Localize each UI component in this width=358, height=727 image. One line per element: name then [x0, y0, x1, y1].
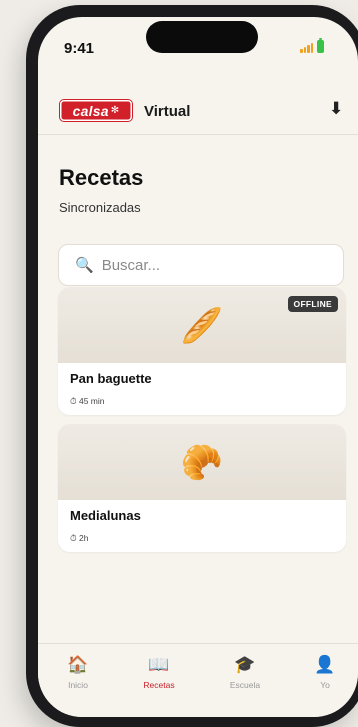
search-box[interactable]: 🔍 — [58, 244, 344, 286]
tab-recetas[interactable]: 📖 Recetas — [129, 654, 189, 690]
recipe-image: 🥐 — [58, 424, 346, 500]
book-icon: 📖 — [148, 655, 170, 674]
recipe-name: Medialunas — [70, 508, 141, 523]
search-input[interactable] — [99, 255, 334, 275]
logo-star-icon: ✻ — [110, 105, 120, 116]
phone-frame: 9:41 calsa ✻ Virtual ⬇ Recetas Sincroniza… — [26, 5, 358, 727]
home-icon: 🏠 — [67, 655, 89, 674]
tab-label: Escuela — [229, 680, 261, 690]
signal-icon — [300, 43, 313, 53]
search-icon: 🔍 — [75, 257, 94, 274]
logo-text: calsa — [72, 102, 109, 119]
recipe-time: ⏱ 2h — [70, 533, 89, 543]
recipe-card[interactable]: 🥐 Medialunas ⏱ 2h — [58, 424, 346, 552]
baguette-icon: 🥖 — [180, 307, 224, 345]
recipe-name: Pan baguette — [70, 371, 152, 386]
recipe-time: ⏱ 45 min — [70, 396, 105, 406]
battery-icon — [317, 38, 324, 53]
recipe-card[interactable]: 🥖 OFFLINE Pan baguette ⏱ 45 min — [58, 287, 346, 415]
tab-escuela[interactable]: 🎓 Escuela — [215, 654, 275, 690]
dynamic-island — [146, 21, 258, 53]
tab-label: Inicio — [68, 680, 88, 690]
brand-label: Virtual — [144, 103, 191, 120]
screen: 9:41 calsa ✻ Virtual ⬇ Recetas Sincroniza… — [38, 17, 358, 717]
download-icon[interactable]: ⬇ — [329, 99, 343, 119]
offline-badge: OFFLINE — [287, 296, 338, 312]
tab-label: Recetas — [143, 680, 175, 690]
user-icon: 👤 — [314, 655, 336, 674]
graduation-cap-icon: 🎓 — [234, 655, 256, 674]
status-time: 9:41 — [64, 40, 95, 57]
page-title: Recetas — [59, 165, 144, 190]
tab-label: Yo — [320, 680, 330, 690]
tab-inicio[interactable]: 🏠 Inicio — [48, 654, 108, 690]
croissant-icon: 🥐 — [180, 444, 224, 482]
status-icons — [300, 38, 324, 53]
recipe-image: 🥖 OFFLINE — [58, 287, 346, 363]
tab-yo[interactable]: 👤 Yo — [295, 654, 355, 690]
page-subtitle: Sincronizadas — [59, 200, 141, 215]
calsa-logo[interactable]: calsa ✻ — [60, 100, 132, 121]
app-header: calsa ✻ Virtual ⬇ — [38, 79, 358, 135]
tab-bar: 🏠 Inicio 📖 Recetas 🎓 Escuela 👤 Yo — [38, 643, 358, 717]
